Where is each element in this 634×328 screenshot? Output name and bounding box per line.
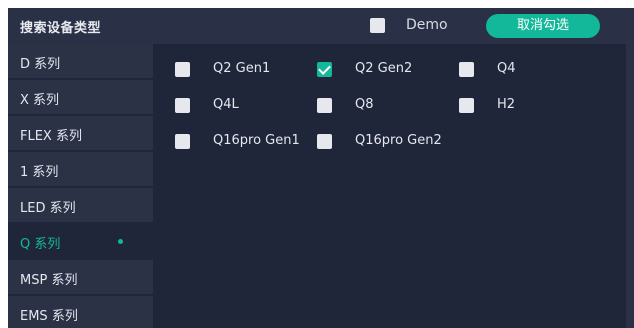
sidebar-item-label: X 系列 — [20, 93, 60, 108]
option-label: Q16pro Gen1 — [213, 133, 300, 148]
option-checkbox[interactable] — [175, 62, 190, 77]
sidebar-item-label: Q 系列 — [20, 237, 61, 252]
sidebar-item-x-series[interactable]: X 系列 — [8, 80, 153, 114]
option-checkbox[interactable] — [459, 62, 474, 77]
demo-checkbox[interactable] — [370, 18, 385, 33]
option-checkbox[interactable] — [459, 98, 474, 113]
option-checkbox[interactable] — [175, 134, 190, 149]
option-label: Q2 Gen2 — [355, 61, 413, 76]
deselect-button[interactable]: 取消勾选 — [486, 14, 600, 38]
sidebar-item-label: EMS 系列 — [20, 309, 78, 324]
sidebar-item-label: 1 系列 — [20, 165, 59, 180]
sidebar-item-label: LED 系列 — [20, 201, 76, 216]
option-checkbox[interactable] — [317, 98, 332, 113]
dialog-header: 搜索设备类型 Demo 取消勾选 — [8, 8, 634, 44]
option-checkbox[interactable] — [175, 98, 190, 113]
option-label: H2 — [497, 97, 516, 112]
option-label: Q8 — [355, 97, 374, 112]
device-options-panel: Q2 Gen1 Q2 Gen2 Q4 Q4L Q8 H2 Q16pro Gen1 — [153, 44, 626, 328]
sidebar-item-d-series[interactable]: D 系列 — [8, 44, 153, 78]
option-label: Q2 Gen1 — [213, 61, 271, 76]
sidebar-item-msp-series[interactable]: MSP 系列 — [8, 260, 153, 294]
sidebar-item-label: MSP 系列 — [20, 273, 78, 288]
option-label: Q16pro Gen2 — [355, 133, 442, 148]
option-label: Q4L — [213, 97, 239, 112]
sidebar-item-label: FLEX 系列 — [20, 129, 82, 144]
device-type-dialog: 搜索设备类型 Demo 取消勾选 D 系列 X 系列 FLEX 系列 1 系列 … — [8, 8, 634, 328]
sidebar-item-q-series[interactable]: Q 系列 — [8, 224, 153, 258]
sidebar-item-1-series[interactable]: 1 系列 — [8, 152, 153, 186]
right-edge-panel — [626, 44, 634, 328]
dialog-title: 搜索设备类型 — [20, 21, 102, 36]
sidebar-item-flex-series[interactable]: FLEX 系列 — [8, 116, 153, 150]
series-sidebar: D 系列 X 系列 FLEX 系列 1 系列 LED 系列 Q 系列 MSP 系… — [8, 44, 153, 328]
demo-label: Demo — [406, 17, 448, 33]
option-label: Q4 — [497, 61, 516, 76]
active-indicator-dot — [118, 239, 123, 244]
sidebar-item-label: D 系列 — [20, 57, 61, 72]
option-checkbox[interactable] — [317, 62, 332, 77]
sidebar-item-led-series[interactable]: LED 系列 — [8, 188, 153, 222]
option-checkbox[interactable] — [317, 134, 332, 149]
sidebar-item-ems-series[interactable]: EMS 系列 — [8, 296, 153, 328]
